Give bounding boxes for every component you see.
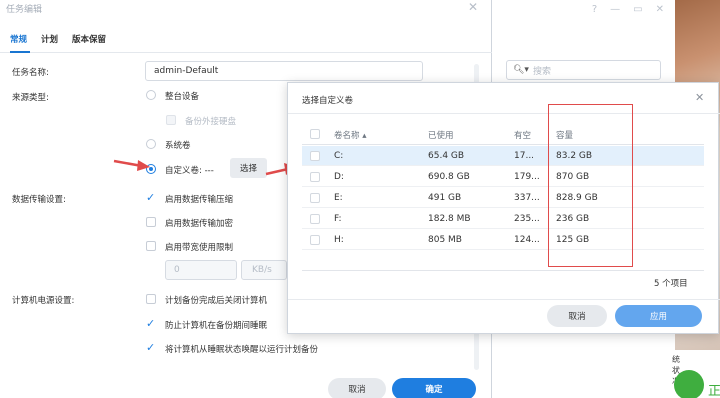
cell-free: 124... xyxy=(514,235,540,245)
cell-free: 235... xyxy=(514,214,540,224)
bandwidth-unit-select[interactable]: KB/s xyxy=(241,260,287,280)
bandwidth-value: 0 xyxy=(174,265,180,275)
column-header-used[interactable]: 已使用 xyxy=(428,129,454,141)
row-checkbox[interactable] xyxy=(310,193,320,203)
cell-name: H: xyxy=(334,235,344,245)
checkmark-wake-icon[interactable]: ✓ xyxy=(146,342,155,353)
transfer-settings-label: 数据传输设置: xyxy=(12,195,66,205)
task-name-input[interactable]: admin-Default xyxy=(145,61,423,81)
search-icon: 🔍︎▾ xyxy=(513,65,529,75)
cell-used: 182.8 MB xyxy=(428,214,471,224)
search-input[interactable]: 🔍︎▾ 搜索 xyxy=(506,60,661,80)
dialog-apply-button[interactable]: 应用 xyxy=(615,305,702,327)
checkmark-compress-icon[interactable]: ✓ xyxy=(146,192,155,203)
option-whole-device: 整台设备 xyxy=(165,92,200,102)
tab-schedule[interactable]: 计划 xyxy=(41,33,58,45)
checkbox-shutdown[interactable] xyxy=(146,294,156,304)
task-name-value: admin-Default xyxy=(154,66,219,76)
dialog-cancel-button[interactable]: 取消 xyxy=(547,305,607,327)
column-header-free[interactable]: 有空 xyxy=(514,129,531,141)
status-ok-text: 正 xyxy=(708,384,720,398)
option-bandwidth: 启用带宽使用限制 xyxy=(165,243,234,253)
cell-name: D: xyxy=(334,172,344,182)
dialog-title: 选择自定义卷 xyxy=(302,96,354,106)
row-checkbox[interactable] xyxy=(310,151,320,161)
select-all-checkbox[interactable] xyxy=(310,129,320,139)
cell-used: 491 GB xyxy=(428,193,462,203)
option-backup-external: 备份外接硬盘 xyxy=(185,117,237,127)
tab-bar: 常规 计划 版本保留 xyxy=(10,33,106,45)
active-tab-indicator xyxy=(10,51,30,53)
option-custom-volume: 自定义卷: --- xyxy=(165,166,214,176)
row-checkbox[interactable] xyxy=(310,235,320,245)
background-titlebar: ? — ▭ ✕ xyxy=(486,0,676,18)
cell-used: 65.4 GB xyxy=(428,151,465,161)
table-row[interactable]: D: 690.8 GB 179... 870 GB xyxy=(302,167,704,187)
option-prevent-sleep: 防止计算机在备份期间睡眠 xyxy=(165,321,268,331)
checkbox-backup-external[interactable] xyxy=(166,115,176,125)
status-ok-icon xyxy=(674,370,704,398)
tab-retention[interactable]: 版本保留 xyxy=(72,33,106,45)
option-system-volume: 系统卷 xyxy=(165,141,191,151)
item-count: 5 个项目 xyxy=(654,279,688,289)
capacity-highlight-box xyxy=(548,104,633,267)
power-settings-label: 计算机电源设置: xyxy=(12,296,75,306)
table-row[interactable]: C: 65.4 GB 17... 83.2 GB xyxy=(302,146,704,166)
cell-name: F: xyxy=(334,214,342,224)
task-name-label: 任务名称: xyxy=(12,68,49,78)
row-checkbox[interactable] xyxy=(310,214,320,224)
dialog-close-icon[interactable]: ✕ xyxy=(695,91,704,104)
help-icon[interactable]: ? xyxy=(592,4,597,15)
maximize-icon[interactable]: ▭ xyxy=(633,4,642,15)
checkbox-encrypt[interactable] xyxy=(146,217,156,227)
table-footer-divider xyxy=(302,270,704,271)
option-shutdown: 计划备份完成后关闭计算机 xyxy=(165,296,268,306)
table-row[interactable]: E: 491 GB 337... 828.9 GB xyxy=(302,188,704,208)
cell-used: 690.8 GB xyxy=(428,172,470,182)
cell-name: E: xyxy=(334,193,343,203)
main-cancel-button[interactable]: 取消 xyxy=(328,378,386,398)
cell-free: 17... xyxy=(514,151,535,161)
cell-free: 179... xyxy=(514,172,540,182)
radio-whole-device[interactable] xyxy=(146,90,156,100)
cell-name: C: xyxy=(334,151,344,161)
row-checkbox[interactable] xyxy=(310,172,320,182)
table-row[interactable]: H: 805 MB 124... 125 GB xyxy=(302,230,704,250)
tab-general[interactable]: 常规 xyxy=(10,33,27,45)
option-encrypt: 启用数据传输加密 xyxy=(165,219,234,229)
annotation-arrow-left-icon xyxy=(113,159,150,171)
window-close-icon[interactable]: ✕ xyxy=(468,0,478,14)
checkbox-bandwidth[interactable] xyxy=(146,241,156,251)
table-header-divider xyxy=(302,144,704,145)
option-compress: 启用数据传输压缩 xyxy=(165,195,234,205)
main-confirm-button[interactable]: 确定 xyxy=(392,378,476,398)
table-row[interactable]: F: 182.8 MB 235... 236 GB xyxy=(302,209,704,229)
source-type-label: 来源类型: xyxy=(12,93,49,103)
tab-divider xyxy=(0,52,492,53)
bandwidth-unit: KB/s xyxy=(252,265,272,275)
window-title: 任务编辑 xyxy=(6,5,43,15)
dialog-footer-divider xyxy=(288,299,720,300)
bandwidth-input[interactable]: 0 xyxy=(165,260,237,280)
radio-system-volume[interactable] xyxy=(146,139,156,149)
search-placeholder: 搜索 xyxy=(532,66,551,77)
column-header-name[interactable]: 卷名称 ▴ xyxy=(334,129,366,141)
cell-used: 805 MB xyxy=(428,235,462,245)
dialog-title-divider xyxy=(288,113,720,114)
option-wake: 将计算机从睡眠状态唤醒以运行计划备份 xyxy=(165,345,319,355)
checkmark-prevent-sleep-icon[interactable]: ✓ xyxy=(146,318,155,329)
custom-volume-dialog: 选择自定义卷 ✕ 卷名称 ▴ 已使用 有空 容量 C: 65.4 GB 17..… xyxy=(287,82,720,334)
minimize-icon[interactable]: — xyxy=(610,4,620,15)
close-icon[interactable]: ✕ xyxy=(656,4,664,15)
cell-free: 337... xyxy=(514,193,540,203)
